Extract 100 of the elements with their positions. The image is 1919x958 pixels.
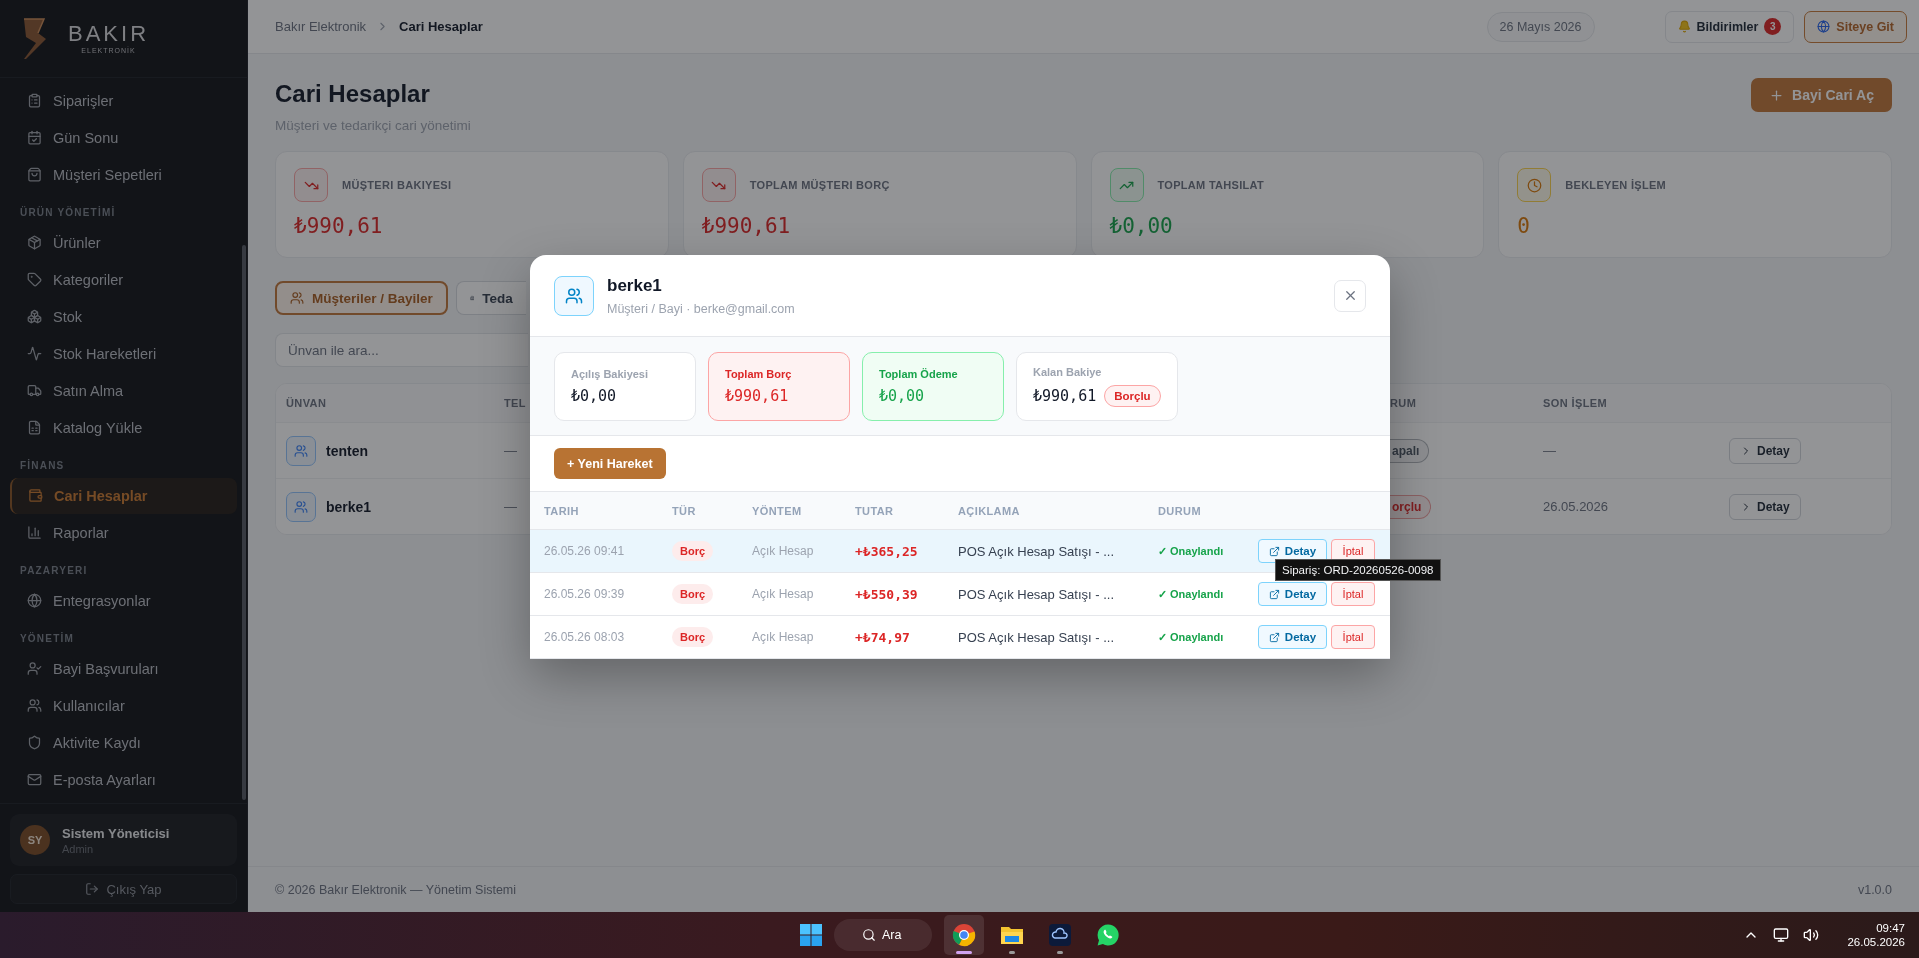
sidebar-item[interactable]: Bayi Başvuruları	[10, 650, 237, 687]
volume-icon[interactable]	[1803, 927, 1820, 943]
table-cell-text: —	[504, 443, 518, 458]
sidebar-item[interactable]: Satın Alma	[10, 372, 237, 409]
section-title: ÜRÜN YÖNETİMİ	[19, 205, 117, 220]
logout-icon	[85, 882, 100, 896]
users-icon	[286, 491, 316, 522]
status-cell-text: ✓ Onaylandı	[1158, 630, 1225, 644]
summary-value: ₺0,00	[879, 386, 925, 405]
external-link-icon	[1268, 631, 1280, 643]
bag-icon	[27, 167, 42, 182]
column-header: ÜNVAN	[286, 397, 328, 409]
footer-copyright: © 2026 Bakır Elektronik — Yönetim Sistemi	[275, 882, 517, 897]
section-title: PAZARYERI	[19, 564, 89, 578]
stat-label: MÜŞTERI BAKIYESI	[342, 179, 452, 191]
method-cell-text: Açık Hesap	[752, 630, 815, 644]
stat-label: BEKLEYEN İŞLEM	[1565, 179, 1667, 191]
date-cell-text: 26.05.26 09:41	[544, 544, 626, 558]
breadcrumb-link[interactable]: Bakır Elektronik	[275, 19, 367, 34]
detail-button[interactable]: Detay	[1258, 582, 1327, 606]
pulse-icon	[27, 346, 42, 361]
breadcrumb-link[interactable]: Cari Hesaplar	[399, 19, 483, 34]
notifications-button[interactable]: Bildirimler 3	[1664, 10, 1795, 43]
date-pill: 26 Mayıs 2026	[1486, 11, 1595, 42]
column-header: DURUM	[1158, 504, 1202, 517]
sidebar-item[interactable]: Stok Hareketleri	[10, 335, 237, 372]
search-icon	[862, 928, 876, 942]
sidebar-item[interactable]: Katalog Yükle	[10, 409, 237, 446]
wallet-icon	[28, 488, 43, 503]
users-icon	[286, 435, 316, 466]
detail-button[interactable]: Detay	[1729, 437, 1801, 464]
folder-icon	[1000, 924, 1024, 946]
boxes-icon	[27, 309, 42, 324]
section-title: YÖNETİM	[19, 631, 75, 646]
tag-icon	[27, 272, 42, 287]
stat-value: ₺990,61	[294, 214, 384, 238]
sidebar-item[interactable]: Cari Hesaplar	[10, 477, 237, 514]
windows-icon[interactable]	[800, 924, 822, 946]
column-header: AÇIKLAMA	[958, 504, 1021, 517]
clock-date: 26.05.2026	[1847, 936, 1905, 948]
cloud-app-icon	[1049, 924, 1071, 946]
logo-icon	[22, 16, 48, 61]
globe-icon	[27, 593, 42, 608]
detail-button[interactable]: Detay	[1258, 625, 1327, 649]
sidebar-item[interactable]: Müşteri Sepetleri	[10, 156, 237, 193]
cancel-button[interactable]: İptal	[1331, 625, 1375, 649]
type-badge: Borç	[672, 627, 714, 647]
sidebar-item[interactable]: Gün Sonu	[10, 119, 237, 156]
sidebar-item[interactable]: E-posta Ayarları	[10, 761, 237, 798]
logout-button[interactable]: Çıkış Yap	[10, 874, 237, 904]
scrollbar[interactable]	[242, 245, 246, 800]
summary-label: Kalan Bakiye	[1033, 365, 1103, 378]
transaction-row[interactable]: 26.05.26 08:03 Borç Açık Hesap +₺74,97 POS Açık Hesap Satışı - ... ✓ Onaylandı Detay İptal	[530, 616, 1390, 659]
sidebar-item[interactable]: Aktivite Kaydı	[10, 724, 237, 761]
sidebar-item[interactable]: Entegrasyonlar	[10, 582, 237, 619]
date-cell-text: 26.05.26 09:39	[544, 587, 626, 601]
stat-label: TOPLAM MÜŞTERI BORÇ	[749, 179, 890, 191]
sidebar-item[interactable]: Kullanıcılar	[10, 687, 237, 724]
clock-time: 09:47	[1876, 922, 1905, 934]
status-badge: Borçlu	[1104, 384, 1161, 407]
external-link-icon	[1268, 588, 1280, 600]
cancel-button[interactable]: İptal	[1331, 582, 1375, 606]
search-field[interactable]: Ünvan ile ara...	[275, 333, 528, 367]
users-icon	[290, 291, 304, 305]
stat-value: ₺990,61	[701, 214, 792, 238]
new-account-button[interactable]: Bayi Cari Aç	[1751, 78, 1892, 112]
tab[interactable]: Teda	[455, 281, 526, 315]
users-icon	[27, 698, 42, 713]
sidebar-item[interactable]: Siparişler	[10, 82, 237, 119]
method-cell-text: Açık Hesap	[752, 544, 815, 558]
count-badge: 3	[1764, 18, 1782, 35]
calendar-icon	[27, 130, 42, 145]
type-badge: Borç	[672, 541, 714, 561]
network-icon[interactable]	[1773, 927, 1790, 943]
amount-cell-text: +₺365,25	[855, 543, 919, 559]
trend-up-icon	[1109, 168, 1144, 202]
amount-cell-text: +₺74,97	[855, 629, 911, 645]
column-header: TUTAR	[855, 504, 895, 517]
taskbar-search[interactable]: Ara	[834, 919, 932, 951]
detail-button[interactable]: Detay	[1729, 493, 1801, 520]
stat-value: 0	[1517, 214, 1531, 238]
summary-value: ₺990,61	[1033, 386, 1097, 405]
tab[interactable]: Müşteriler / Bayiler	[275, 281, 448, 315]
bar-chart-icon	[27, 525, 42, 540]
sidebar-item[interactable]: Raporlar	[10, 514, 237, 551]
truck-icon	[27, 383, 42, 398]
column-header: TARIH	[544, 504, 580, 517]
tooltip: Sipariş: ORD-20260526-0098	[1275, 559, 1441, 581]
sidebar-item[interactable]: Stok	[10, 298, 237, 335]
taskbar-app[interactable]	[944, 915, 984, 955]
bell-icon	[1677, 20, 1691, 33]
site-button[interactable]: Siteye Git	[1804, 10, 1907, 43]
spreadsheet-icon	[27, 420, 42, 435]
dialog-subtitle: Müşteri / Bayi · berke@gmail.com	[607, 301, 796, 316]
sidebar-item[interactable]: Ürünler	[10, 224, 237, 261]
version-label: v1.0.0	[1857, 882, 1892, 897]
new-transaction-button[interactable]: + Yeni Hareket	[554, 448, 666, 479]
table-cell-text: —	[504, 499, 518, 514]
sidebar-item[interactable]: Kategoriler	[10, 261, 237, 298]
account-name: tenten	[326, 442, 368, 459]
